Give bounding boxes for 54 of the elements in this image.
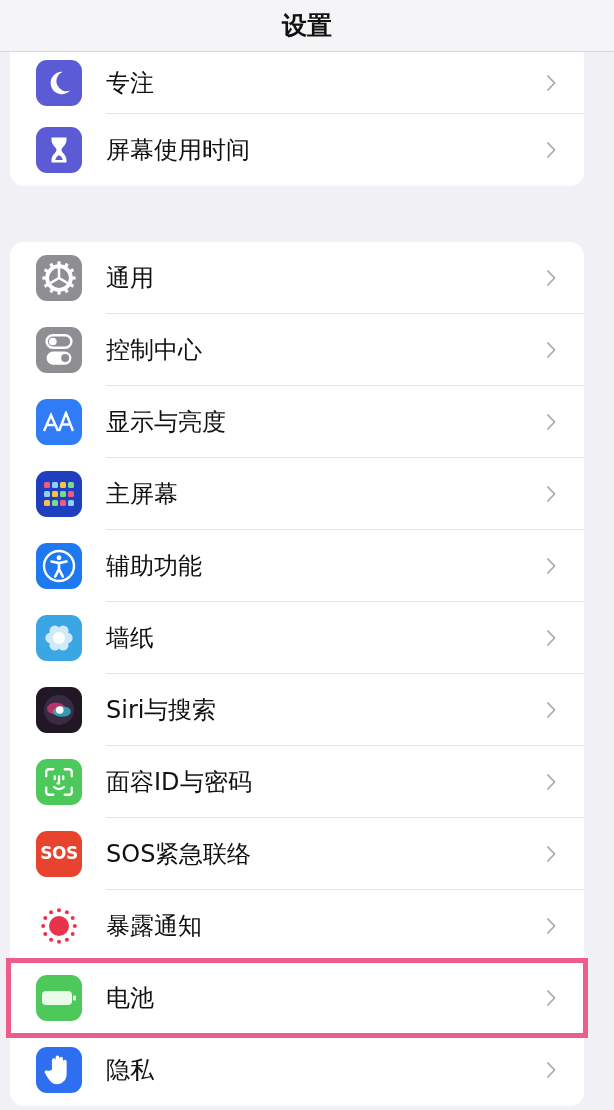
row-label: 控制中心 — [106, 334, 203, 366]
row-label: 辅助功能 — [106, 550, 203, 582]
settings-row[interactable]: 隐私 — [10, 1034, 584, 1106]
chevron-icon — [546, 556, 556, 575]
chevron-icon — [546, 844, 556, 863]
settings-row[interactable]: 墙纸 — [10, 602, 584, 674]
row-label: 电池 — [106, 982, 155, 1014]
settings-row[interactable]: SOS SOS紧急联络 — [10, 818, 584, 890]
chevron-icon — [546, 916, 556, 935]
row-label: 主屏幕 — [106, 478, 179, 510]
row-label: 专注 — [106, 67, 155, 99]
settings-row[interactable]: 面容ID与密码 — [10, 746, 584, 818]
nav-title: 设置 — [282, 9, 332, 42]
sos-icon: SOS — [36, 831, 82, 877]
row-label: 隐私 — [106, 1055, 155, 1086]
flower-icon — [36, 615, 82, 661]
chevron-icon — [546, 1061, 556, 1079]
orb-icon — [36, 687, 82, 733]
chevron-icon — [546, 412, 556, 431]
gear-icon — [36, 255, 82, 301]
row-label: SOS紧急联络 — [106, 838, 253, 870]
chevron-icon — [546, 700, 556, 719]
chevron-icon — [546, 141, 556, 159]
accessibility-icon — [36, 543, 82, 589]
settings-row[interactable]: 显示与亮度 — [10, 386, 584, 458]
row-label: 通用 — [106, 262, 155, 294]
chevron-icon — [546, 73, 556, 92]
settings-row[interactable]: 辅助功能 — [10, 530, 584, 602]
settings-row[interactable]: 主屏幕 — [10, 458, 584, 530]
battery-icon — [36, 975, 82, 1021]
hand-icon — [36, 1047, 82, 1093]
settings-row[interactable]: 控制中心 — [10, 314, 584, 386]
settings-row[interactable]: 专注 — [10, 52, 584, 114]
app-grid-icon — [36, 471, 82, 517]
row-label: 墙纸 — [106, 622, 155, 654]
chevron-icon — [546, 772, 556, 791]
face-scan-icon — [36, 759, 82, 805]
settings-row[interactable]: Siri与搜索 — [10, 674, 584, 746]
row-label: Siri与搜索 — [106, 694, 218, 726]
chevron-icon — [546, 340, 556, 359]
chevron-icon — [546, 628, 556, 647]
chevron-icon — [546, 988, 556, 1007]
text-size-icon — [36, 399, 82, 445]
moon-icon — [36, 60, 82, 106]
settings-row[interactable]: 屏幕使用时间 — [10, 114, 584, 186]
settings-row[interactable]: 通用 — [10, 242, 584, 314]
hourglass-icon — [36, 127, 82, 173]
row-label: 面容ID与密码 — [106, 766, 253, 798]
row-label: 暴露通知 — [106, 910, 203, 942]
chevron-icon — [546, 268, 556, 287]
row-label: 显示与亮度 — [106, 406, 227, 438]
row-label: 屏幕使用时间 — [106, 135, 251, 166]
toggles-icon — [36, 327, 82, 373]
chevron-icon — [546, 484, 556, 503]
